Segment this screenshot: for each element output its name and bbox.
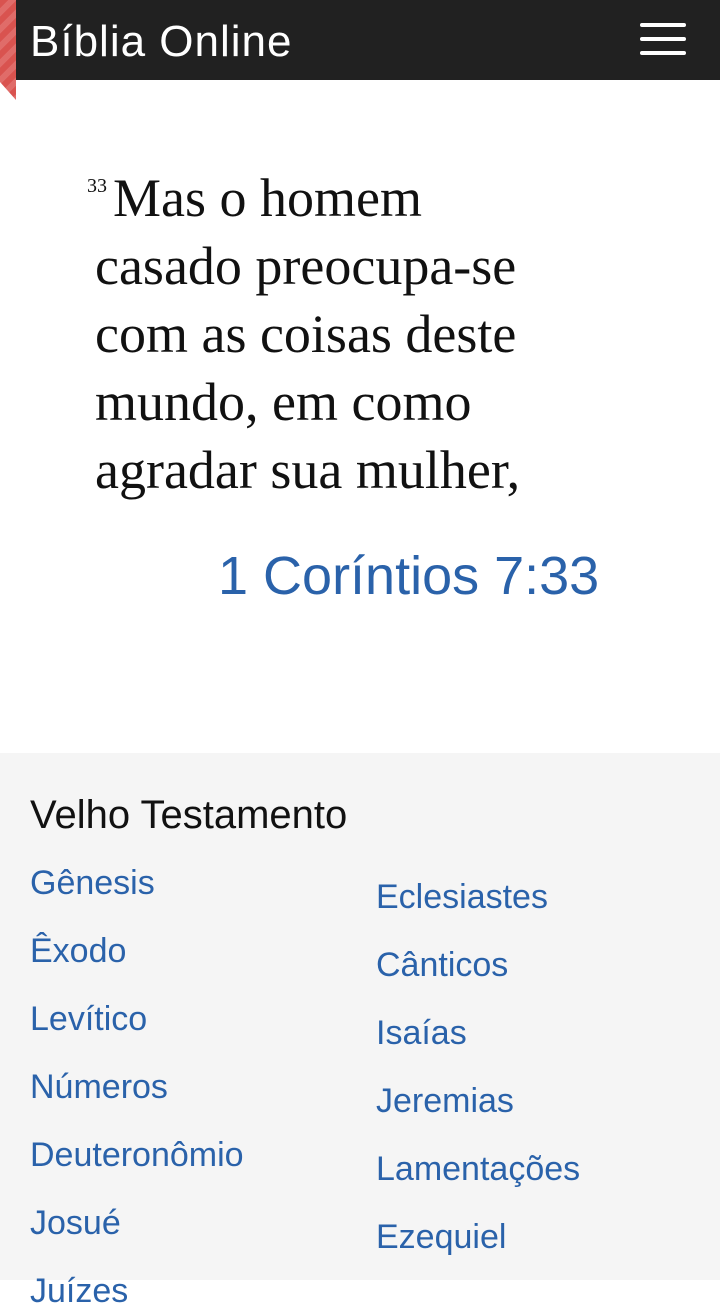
verse-line: agradar sua mulher, [95,440,521,500]
book-link-deuteronomio[interactable]: Deuteronômio [30,1135,244,1175]
menu-line [640,51,686,55]
section-title: Velho Testamento [30,793,348,837]
book-link-ezequiel[interactable]: Ezequiel [376,1217,506,1257]
verse-reference-link[interactable]: 1 Coríntios 7:33 [218,544,599,608]
verse-line: Mas o homem [113,168,422,228]
verse-text: 33 Mas o homem casado preocupa-se com as… [87,164,615,504]
book-link-exodo[interactable]: Êxodo [30,931,126,971]
book-link-canticos[interactable]: Cânticos [376,945,508,985]
old-testament-books-panel: Velho Testamento Gênesis Êxodo Levítico … [0,753,720,1310]
verse-line: casado preocupa-se [95,236,517,296]
verse-line: mundo, em como [95,372,472,432]
book-link-eclesiastes[interactable]: Eclesiastes [376,877,548,917]
top-navigation-bar: Bíblia Online [0,0,720,100]
book-link-isaias[interactable]: Isaías [376,1013,467,1053]
book-link-jeremias[interactable]: Jeremias [376,1081,514,1121]
hamburger-menu-icon[interactable] [632,16,692,64]
app-title[interactable]: Bíblia Online [30,17,292,67]
verse-line: com as coisas deste [95,304,517,364]
book-link-levitico[interactable]: Levítico [30,999,147,1039]
menu-line [640,37,686,41]
verse-number: 33 [87,175,107,197]
book-link-josue[interactable]: Josué [30,1203,121,1243]
menu-line [640,23,686,27]
book-link-numeros[interactable]: Números [30,1067,168,1107]
book-link-genesis[interactable]: Gênesis [30,863,155,903]
book-link-lamentacoes[interactable]: Lamentações [376,1149,580,1189]
bookmark-ribbon-icon [0,0,16,100]
book-link-juizes[interactable]: Juízes [30,1271,128,1311]
